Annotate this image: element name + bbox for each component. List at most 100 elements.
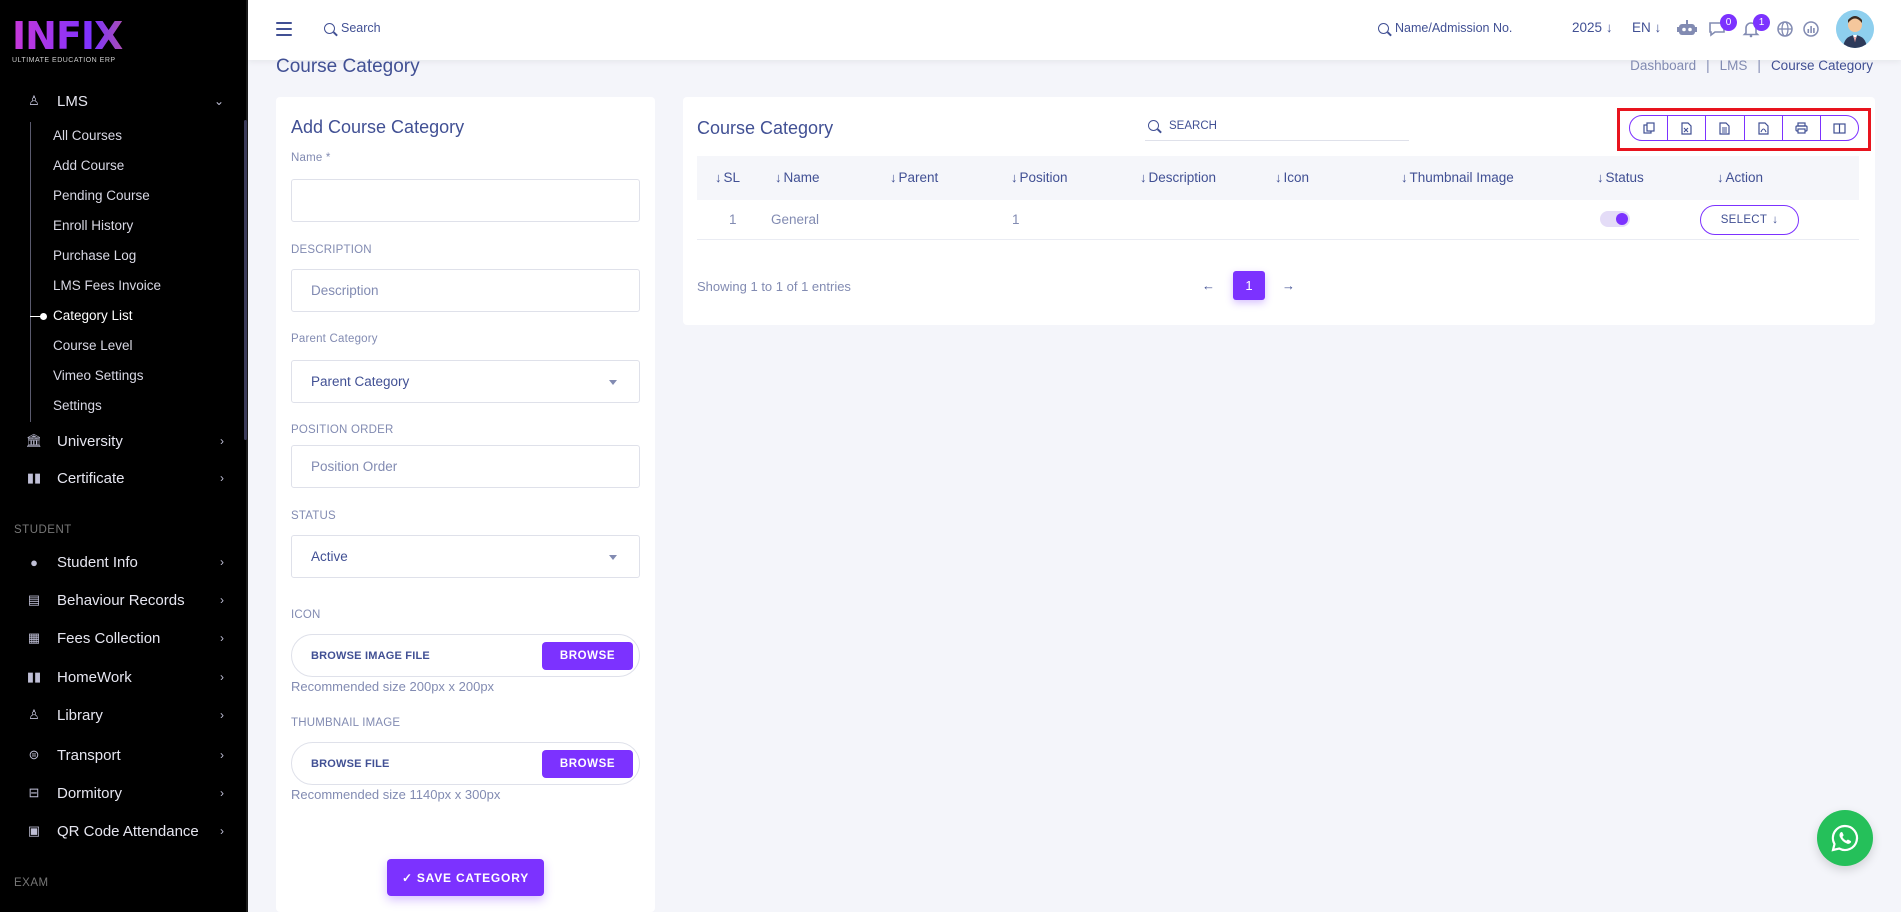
student-search[interactable]: Name/Admission No. xyxy=(1378,21,1512,35)
sidebar-item-label: Behaviour Records xyxy=(57,591,185,609)
table-row: 1 General 1 SELECT ↓ xyxy=(697,200,1859,240)
breadcrumb-current: Course Category xyxy=(1770,58,1873,73)
column-header-name[interactable]: ↓ Name xyxy=(775,170,820,185)
sort-arrow-icon: ↓ xyxy=(1717,170,1724,185)
cell-sl: 1 xyxy=(729,212,737,227)
sidebar-item-qr-code-attendance[interactable]: ▣ QR Code Attendance › xyxy=(0,815,246,847)
sort-arrow-icon: ↓ xyxy=(1140,170,1147,185)
save-category-button[interactable]: ✓ SAVE CATEGORY xyxy=(387,859,544,896)
submenu-item-purchase-log[interactable]: Purchase Log xyxy=(53,245,136,267)
parent-category-label: Parent Category xyxy=(291,333,378,345)
sort-arrow-icon: ↓ xyxy=(1597,170,1604,185)
bed-icon: ⊟ xyxy=(28,785,40,800)
name-input[interactable] xyxy=(291,179,640,222)
arrow-down-icon: ↓ xyxy=(1605,20,1613,35)
sidebar-item-student-info[interactable]: ● Student Info › xyxy=(0,546,246,578)
sidebar-item-label: Fees Collection xyxy=(57,629,161,647)
status-value: Active xyxy=(311,549,348,564)
whatsapp-icon[interactable] xyxy=(1817,810,1873,866)
pagination-next-icon[interactable]: → xyxy=(1282,278,1295,293)
action-select-button[interactable]: SELECT ↓ xyxy=(1700,205,1799,235)
action-select-label: SELECT xyxy=(1720,214,1768,226)
parent-category-value: Parent Category xyxy=(311,374,410,389)
column-header-parent[interactable]: ↓ Parent xyxy=(890,170,938,185)
analytics-icon[interactable] xyxy=(1800,18,1822,40)
breadcrumb-lms[interactable]: LMS xyxy=(1720,58,1748,73)
chevron-right-icon: › xyxy=(220,555,224,569)
column-header-sl[interactable]: ↓ SL xyxy=(715,170,740,185)
logo-subtitle: ULTIMATE EDUCATION ERP xyxy=(12,57,116,64)
status-select[interactable]: Active xyxy=(291,535,640,578)
submenu-item-category-list[interactable]: Category List xyxy=(53,305,133,327)
icon-file-input[interactable]: BROWSE IMAGE FILE BROWSE xyxy=(291,634,640,677)
library-icon: ♙ xyxy=(28,707,40,722)
sort-arrow-icon: ↓ xyxy=(1275,170,1282,185)
logo-text: INFIX xyxy=(12,16,172,56)
pagination-page-current[interactable]: 1 xyxy=(1233,271,1265,300)
book-open-icon: ▮▮ xyxy=(26,470,42,485)
column-header-position[interactable]: ↓ Position xyxy=(1011,170,1068,185)
table-title: Course Category xyxy=(697,118,834,138)
avatar[interactable] xyxy=(1836,10,1874,48)
copy-icon[interactable] xyxy=(1630,116,1669,140)
status-toggle[interactable] xyxy=(1600,211,1630,227)
submenu-item-pending-course[interactable]: Pending Course xyxy=(53,185,150,207)
cell-name: General xyxy=(771,212,820,227)
excel-icon[interactable] xyxy=(1668,116,1707,140)
sidebar-item-dormitory[interactable]: ⊟ Dormitory › xyxy=(0,777,246,809)
submenu-item-all-courses[interactable]: All Courses xyxy=(53,125,122,147)
submenu-item-add-course[interactable]: Add Course xyxy=(53,155,124,177)
active-indicator xyxy=(30,313,47,320)
sort-arrow-icon: ↓ xyxy=(1401,170,1408,185)
submenu-item-enroll-history[interactable]: Enroll History xyxy=(53,215,133,237)
chevron-right-icon: › xyxy=(220,786,224,800)
print-icon[interactable] xyxy=(1783,116,1821,140)
arrow-down-icon: ↓ xyxy=(1772,214,1779,226)
sidebar-item-homework[interactable]: ▮▮ HomeWork › xyxy=(0,661,246,693)
global-search[interactable]: Search xyxy=(324,21,381,35)
sidebar-item-university[interactable]: 🏛 University › xyxy=(0,425,246,457)
position-order-input[interactable]: Position Order xyxy=(291,445,640,488)
breadcrumb-separator: | xyxy=(1706,58,1710,73)
sidebar-item-transport[interactable]: ⊜ Transport › xyxy=(0,739,246,771)
column-header-action[interactable]: ↓ Action xyxy=(1717,170,1763,185)
thumbnail-label: THUMBNAIL IMAGE xyxy=(291,717,401,729)
thumbnail-browse-button[interactable]: BROWSE xyxy=(542,750,633,778)
pagination-prev-icon[interactable]: ← xyxy=(1202,278,1215,293)
caret-down-icon xyxy=(609,380,617,385)
icon-label: ICON xyxy=(291,609,321,621)
column-header-description[interactable]: ↓ Description xyxy=(1140,170,1216,185)
table-info: Showing 1 to 1 of 1 entries xyxy=(697,279,851,294)
submenu-item-vimeo-settings[interactable]: Vimeo Settings xyxy=(53,365,144,387)
pdf-icon[interactable] xyxy=(1745,116,1783,140)
icon-browse-button[interactable]: BROWSE xyxy=(542,642,633,670)
files-icon: ▤ xyxy=(27,592,41,607)
thumbnail-file-input[interactable]: BROWSE FILE BROWSE xyxy=(291,742,640,785)
column-header-icon[interactable]: ↓ Icon xyxy=(1275,170,1309,185)
arrow-down-icon: ↓ xyxy=(1654,20,1662,35)
table-search-input[interactable]: SEARCH xyxy=(1145,111,1409,141)
sidebar-scrollbar[interactable] xyxy=(244,120,247,440)
column-header-thumbnail-image[interactable]: ↓ Thumbnail Image xyxy=(1401,170,1514,185)
sidebar-item-fees-collection[interactable]: ▦ Fees Collection › xyxy=(0,622,246,654)
parent-category-select[interactable]: Parent Category xyxy=(291,360,640,403)
sidebar-item-lms[interactable]: ♙ LMS ⌄ xyxy=(0,85,246,117)
app-logo[interactable]: INFIX ULTIMATE EDUCATION ERP xyxy=(12,16,172,66)
columns-icon[interactable] xyxy=(1821,116,1858,140)
csv-icon[interactable] xyxy=(1706,116,1745,140)
submenu-item-lms-fees-invoice[interactable]: LMS Fees Invoice xyxy=(53,275,161,297)
description-input[interactable]: Description xyxy=(291,269,640,312)
language-selector[interactable]: EN ↓ xyxy=(1632,20,1661,35)
year-selector[interactable]: 2025 ↓ xyxy=(1572,20,1613,35)
sidebar-item-behaviour-records[interactable]: ▤ Behaviour Records › xyxy=(0,584,246,616)
icon-file-placeholder: BROWSE IMAGE FILE xyxy=(311,650,430,662)
submenu-item-course-level[interactable]: Course Level xyxy=(53,335,133,357)
robot-icon[interactable] xyxy=(1676,18,1698,40)
sidebar-item-certificate[interactable]: ▮▮ Certificate › xyxy=(0,462,246,494)
breadcrumb-dashboard[interactable]: Dashboard xyxy=(1630,58,1696,73)
globe-icon[interactable] xyxy=(1774,18,1796,40)
menu-toggle-icon[interactable] xyxy=(276,22,292,36)
sidebar-item-library[interactable]: ♙ Library › xyxy=(0,699,246,731)
submenu-item-settings[interactable]: Settings xyxy=(53,395,102,417)
column-header-status[interactable]: ↓ Status xyxy=(1597,170,1644,185)
